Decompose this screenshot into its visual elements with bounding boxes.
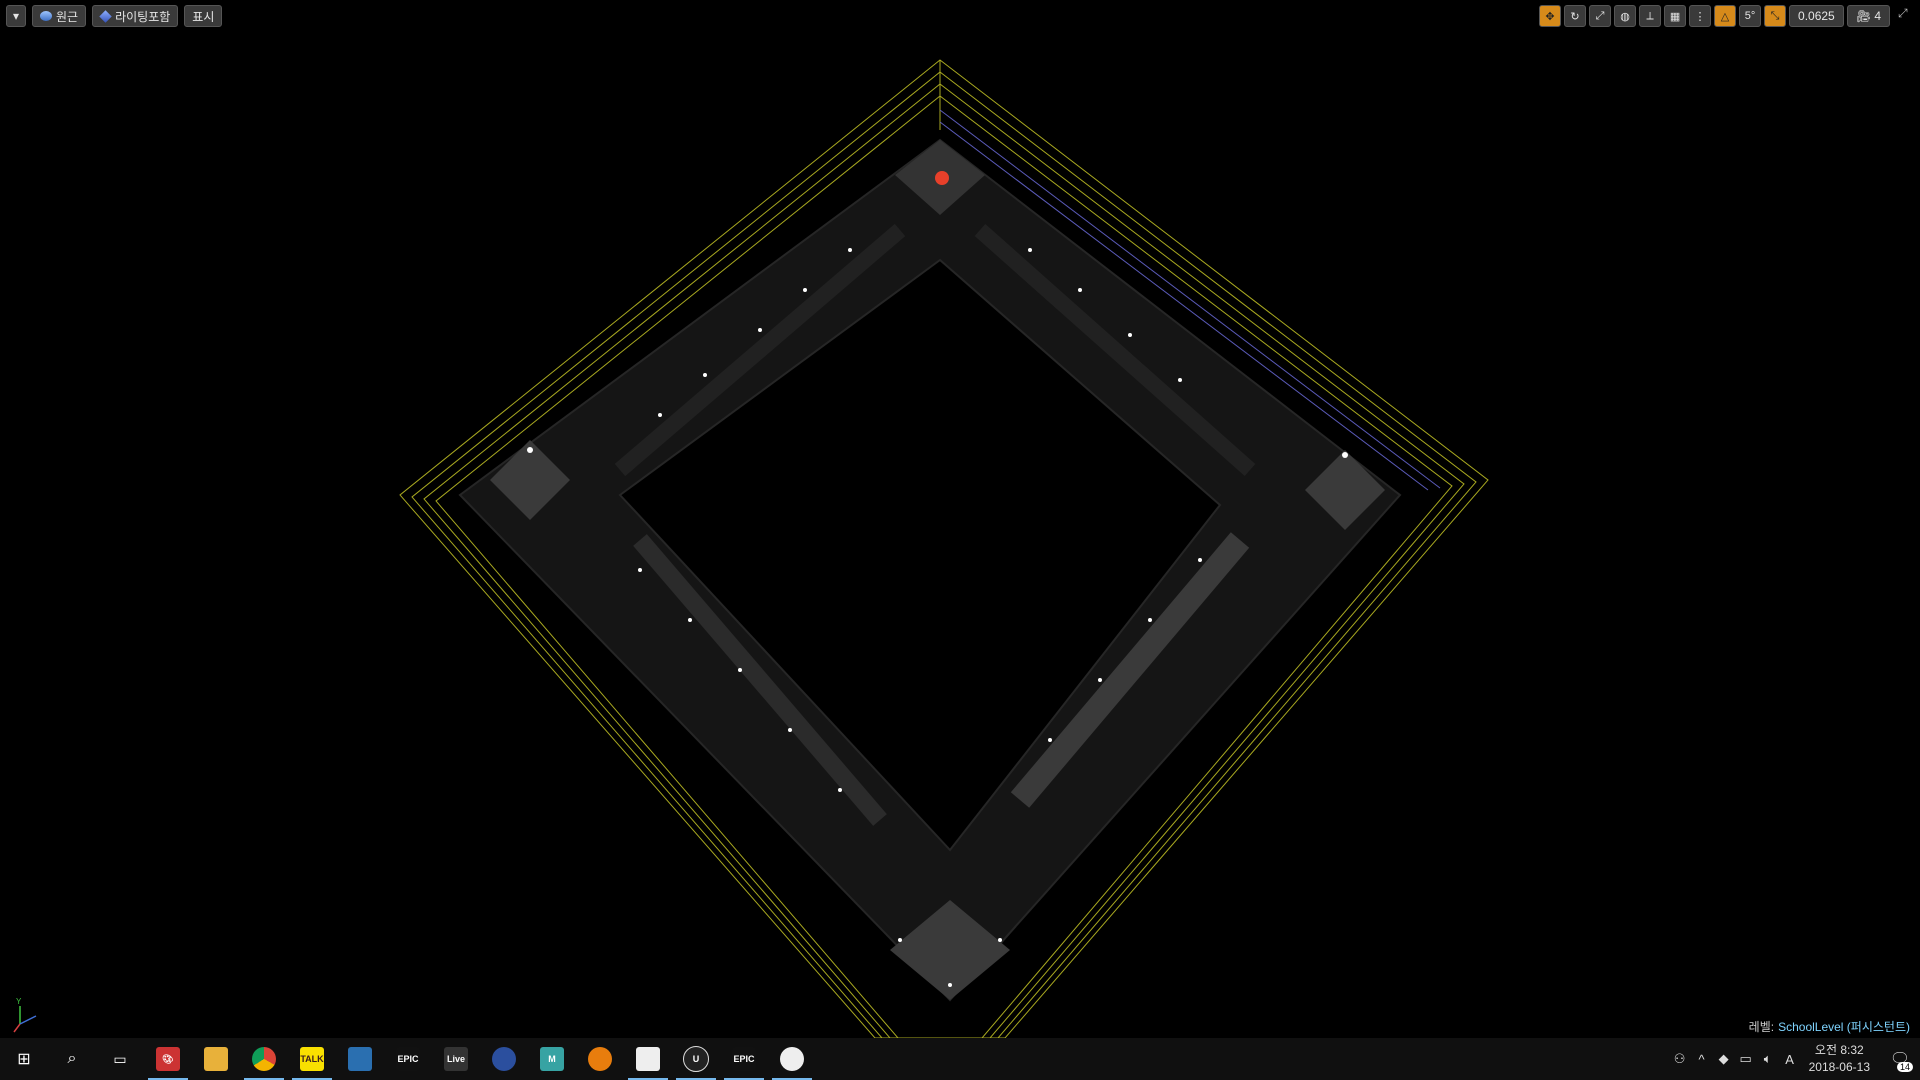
viewport-toolbar-right: ✥ ↻ ⤢ ◍ ⟂ ▦ ⋮ △ 5° ⤡ 0.0625 🎥︎ 4	[1539, 5, 1890, 27]
kakaotalk-icon: TALK	[300, 1047, 324, 1071]
grid-value-icon: ⋮	[1694, 10, 1706, 23]
perspective-icon	[40, 11, 52, 21]
viewport-options-button[interactable]: ▾	[6, 5, 26, 27]
taskbar-epic[interactable]: EPIC	[384, 1038, 432, 1080]
taskbar-obs[interactable]	[768, 1038, 816, 1080]
taskbar-paint[interactable]: 🎨︎	[144, 1038, 192, 1080]
epic-games-icon: EPIC	[396, 1047, 420, 1071]
scale-mode-button[interactable]: ⤢	[1589, 5, 1612, 27]
svg-text:Y: Y	[16, 997, 22, 1006]
people-icon[interactable]: ⚇	[1669, 1051, 1691, 1067]
grid-snap-toggle[interactable]: ▦	[1664, 5, 1687, 27]
taskbar-kakaotalk[interactable]: TALK	[288, 1038, 336, 1080]
taskbar-live[interactable]: Live	[432, 1038, 480, 1080]
show-button[interactable]: 표시	[184, 5, 223, 27]
axis-gizmo: Y	[13, 997, 37, 1033]
taskbar-cinema4d[interactable]	[480, 1038, 528, 1080]
grid-snap-value[interactable]: ⋮	[1689, 5, 1712, 27]
chrome-icon	[252, 1047, 276, 1071]
paint-icon: 🎨︎	[156, 1047, 180, 1071]
surface-snap-icon: ⟂	[1646, 9, 1654, 22]
ime-indicator[interactable]: A	[1779, 1052, 1801, 1067]
clock[interactable]: 오전 8:32 2018-06-13	[1809, 1042, 1870, 1076]
ableton-live-icon: Live	[444, 1047, 468, 1071]
taskbar-maya[interactable]: M	[528, 1038, 576, 1080]
view-mode-button[interactable]: 라이팅포함	[92, 5, 179, 27]
sticky-notes-icon	[636, 1047, 660, 1071]
perspective-button[interactable]: 원근	[32, 5, 87, 27]
editor-viewport[interactable]: ▾ 원근 라이팅포함 표시 ✥ ↻ ⤢ ◍ ⟂ ▦ ⋮ △ 5° ⤡ 0.062…	[0, 0, 1920, 1038]
move-icon: ✥	[1545, 10, 1555, 23]
taskbar-explorer[interactable]	[192, 1038, 240, 1080]
camera-speed-button[interactable]: 🎥︎ 4	[1846, 5, 1890, 27]
notification-count: 14	[1896, 1062, 1913, 1072]
unreal-engine-icon: U	[683, 1046, 709, 1072]
action-center-button[interactable]: 🗨︎ 14	[1880, 1038, 1920, 1080]
angle-icon: △	[1720, 10, 1730, 23]
viewport-toolbar-left: ▾ 원근 라이팅포함 표시	[6, 5, 223, 27]
volume-icon[interactable]: 🔈︎	[1757, 1051, 1779, 1067]
taskbar-chrome[interactable]	[240, 1038, 288, 1080]
surface-snap-button[interactable]: ⟂	[1639, 5, 1662, 27]
rotate-mode-button[interactable]: ↻	[1564, 5, 1587, 27]
level-scene[interactable]	[0, 0, 1920, 1038]
search-button[interactable]: ⌕	[48, 1038, 96, 1080]
taskbar-unreal[interactable]: U	[672, 1038, 720, 1080]
rotation-snap-value[interactable]: 5°	[1739, 5, 1762, 27]
windows-taskbar: ⊞ ⌕ ▭ 🎨︎ TALK EPIC Live M U EPIC ⚇ ^ ◆ ▭…	[0, 1038, 1920, 1080]
level-indicator: 레벨: SchoolLevel (퍼시스턴트)	[1748, 1020, 1910, 1034]
taskbar-epic-launcher[interactable]: EPIC	[720, 1038, 768, 1080]
chevron-up-icon[interactable]: ^	[1691, 1052, 1713, 1067]
chevron-down-icon: ▾	[12, 9, 20, 23]
start-button[interactable]: ⊞	[0, 1038, 48, 1080]
task-view-icon: ▭	[113, 1050, 127, 1067]
file-explorer-icon	[204, 1047, 228, 1071]
scale-snap-icon: ⤡	[1770, 9, 1780, 22]
rotate-icon: ↻	[1570, 10, 1580, 23]
task-view-button[interactable]: ▭	[96, 1038, 144, 1080]
translate-mode-button[interactable]: ✥	[1539, 5, 1562, 27]
lit-icon	[99, 9, 112, 23]
network-icon[interactable]: ▭	[1735, 1051, 1757, 1067]
rotation-snap-toggle[interactable]: △	[1714, 5, 1737, 27]
coordinate-system-button[interactable]: ◍	[1614, 5, 1637, 27]
maya-icon: M	[540, 1047, 564, 1071]
maximize-viewport-icon[interactable]: ⤢	[1898, 6, 1912, 20]
epic-games-launcher-icon: EPIC	[732, 1047, 756, 1071]
globe-icon: ◍	[1620, 10, 1630, 23]
search-icon: ⌕	[67, 1050, 77, 1067]
taskbar-app[interactable]	[336, 1038, 384, 1080]
building-floorplan	[458, 138, 1402, 1002]
camera-icon: 🎥︎	[1855, 9, 1871, 23]
obs-icon	[780, 1047, 804, 1071]
app-icon	[348, 1047, 372, 1071]
scale-icon: ⤢	[1595, 9, 1605, 22]
start-icon: ⊞	[17, 1051, 31, 1068]
taskbar-blender[interactable]	[576, 1038, 624, 1080]
dropbox-icon[interactable]: ◆	[1713, 1051, 1735, 1067]
system-tray: ⚇ ^ ◆ ▭ 🔈︎ A 오전 8:32 2018-06-13 🗨︎ 14	[1669, 1038, 1920, 1080]
blender-icon	[588, 1047, 612, 1071]
cinema4d-icon	[492, 1047, 516, 1071]
taskbar-sticky-notes[interactable]	[624, 1038, 672, 1080]
scale-snap-toggle[interactable]: ⤡	[1764, 5, 1787, 27]
grid-icon: ▦	[1669, 10, 1681, 23]
scale-snap-value[interactable]: 0.0625	[1789, 5, 1844, 27]
